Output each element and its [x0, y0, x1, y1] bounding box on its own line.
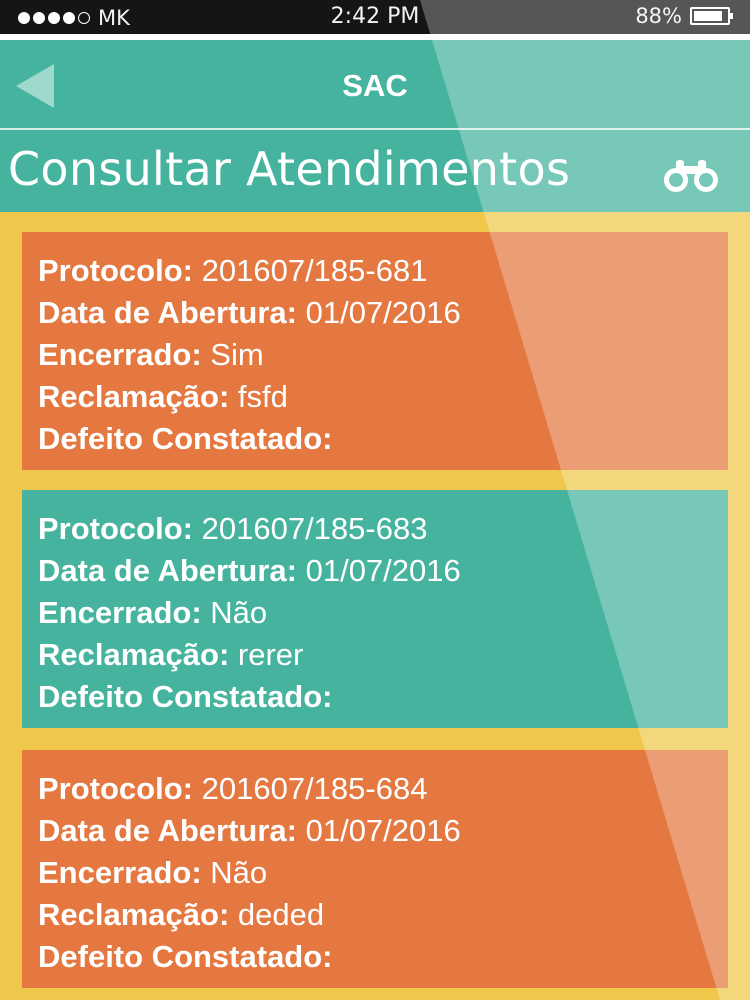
encerrado-value: Não	[210, 595, 268, 630]
page-title: Consultar Atendimentos	[8, 142, 571, 196]
binoculars-icon	[664, 160, 718, 192]
encerrado-row: Encerrado: Não	[38, 595, 268, 630]
defeito-row: Defeito Constatado:	[38, 679, 333, 714]
battery-icon	[690, 7, 733, 25]
reclamacao-row: Reclamação: rerer	[38, 637, 304, 672]
protocolo-value: 201607/185-681	[201, 253, 428, 288]
data-abertura-row: Data de Abertura: 01/07/2016	[38, 813, 461, 848]
reclamacao-row: Reclamação: fsfd	[38, 379, 288, 414]
data-abertura-value: 01/07/2016	[305, 553, 461, 588]
data-abertura-row: Data de Abertura: 01/07/2016	[38, 553, 461, 588]
atendimento-card[interactable]: Protocolo: 201607/185-683 Data de Abertu…	[22, 490, 728, 728]
encerrado-value: Não	[210, 855, 268, 890]
data-abertura-value: 01/07/2016	[305, 813, 461, 848]
data-abertura-value: 01/07/2016	[305, 295, 461, 330]
data-abertura-row: Data de Abertura: 01/07/2016	[38, 295, 461, 330]
protocolo-value: 201607/185-683	[201, 511, 428, 546]
protocolo-row: Protocolo: 201607/185-684	[38, 771, 428, 806]
subheader: Consultar Atendimentos	[0, 130, 750, 212]
battery-status: 88%	[635, 4, 733, 28]
defeito-row: Defeito Constatado:	[38, 421, 333, 456]
atendimento-card[interactable]: Protocolo: 201607/185-681 Data de Abertu…	[22, 232, 728, 470]
nav-title: SAC	[342, 68, 408, 103]
atendimento-card[interactable]: Protocolo: 201607/185-684 Data de Abertu…	[22, 750, 728, 988]
defeito-row: Defeito Constatado:	[38, 939, 333, 974]
protocolo-row: Protocolo: 201607/185-681	[38, 253, 428, 288]
search-button[interactable]	[662, 154, 720, 194]
encerrado-row: Encerrado: Sim	[38, 337, 264, 372]
battery-percent: 88%	[635, 4, 682, 28]
protocolo-value: 201607/185-684	[201, 771, 428, 806]
atendimentos-list: Protocolo: 201607/185-681 Data de Abertu…	[0, 212, 750, 1000]
navbar: SAC	[0, 40, 750, 128]
encerrado-value: Sim	[210, 337, 264, 372]
reclamacao-value: rerer	[237, 637, 304, 672]
reclamacao-value: deded	[237, 897, 325, 932]
protocolo-row: Protocolo: 201607/185-683	[38, 511, 428, 546]
encerrado-row: Encerrado: Não	[38, 855, 268, 890]
reclamacao-row: Reclamação: deded	[38, 897, 325, 932]
status-bar: MK 2:42 PM 88%	[0, 0, 750, 34]
reclamacao-value: fsfd	[237, 379, 288, 414]
